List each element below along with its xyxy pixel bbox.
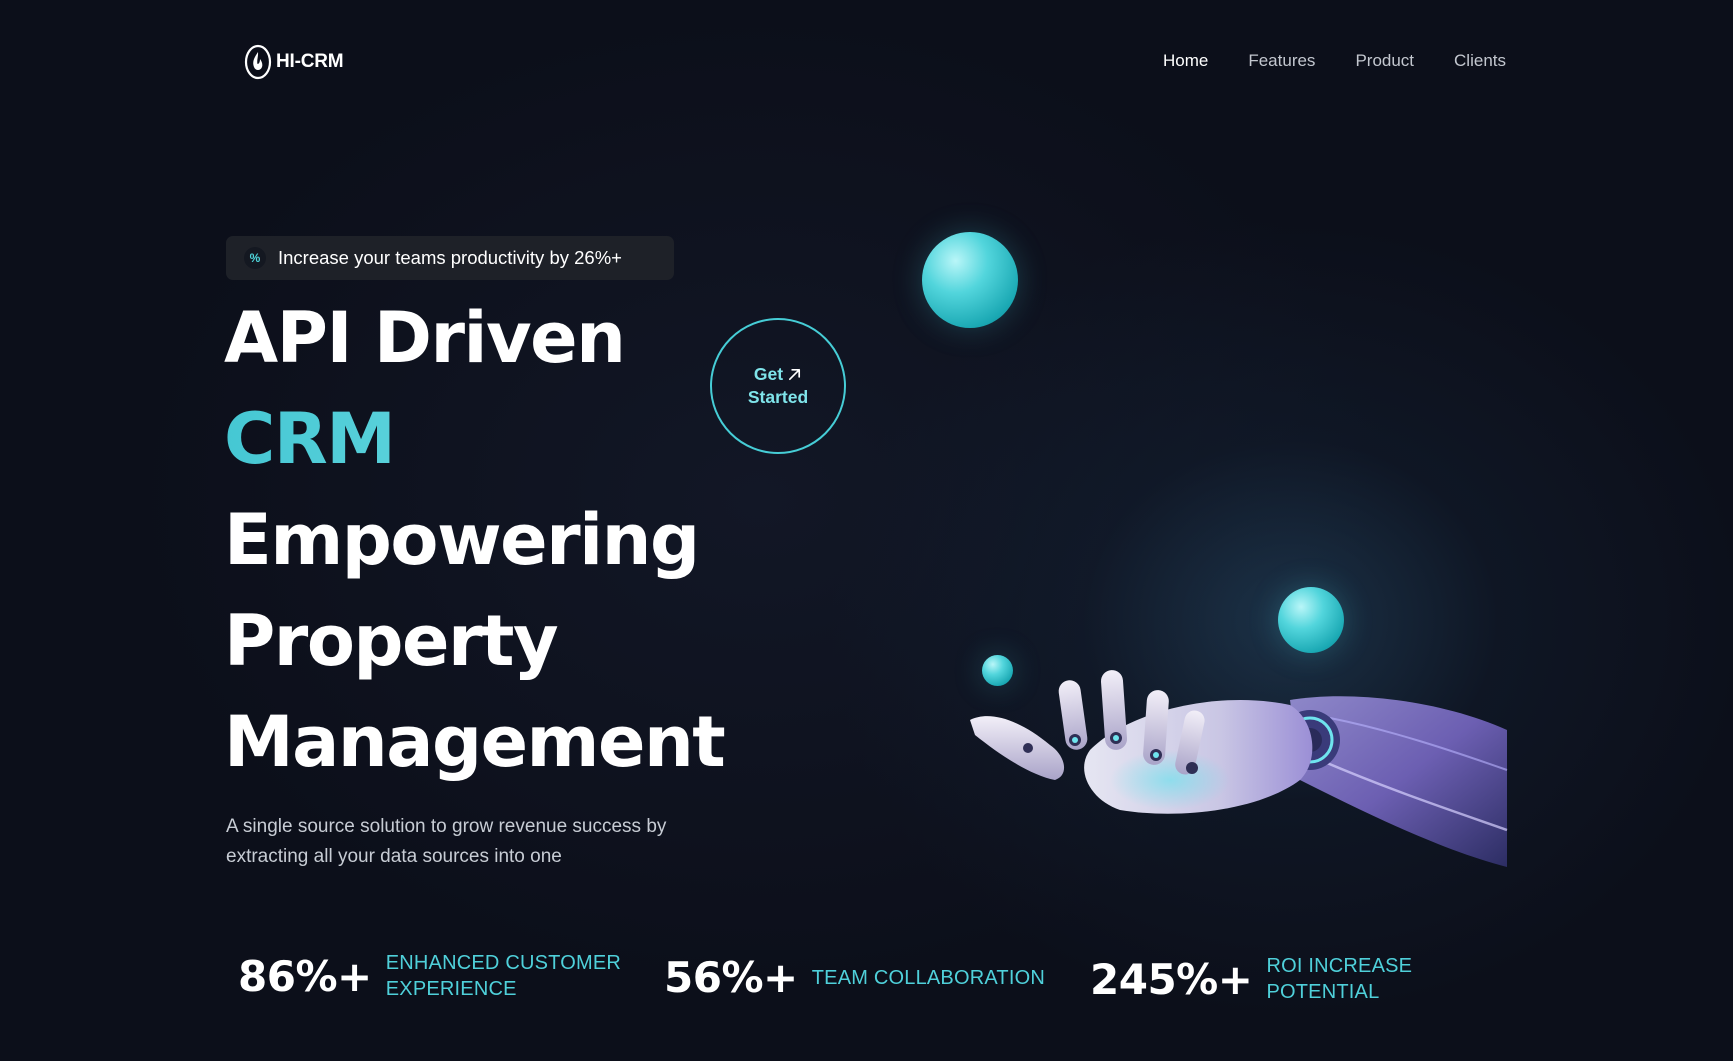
logo[interactable]: HI-CRM (244, 44, 344, 80)
cta-text-started: Started (747, 387, 809, 407)
hero-headline: API Driven CRM Empowering Property Manag… (224, 288, 726, 793)
stat-label: ROI INCREASE POTENTIAL (1266, 955, 1413, 1003)
arrow-up-right-icon (789, 368, 801, 381)
stat-label: ENHANCED CUSTOMER EXPERIENCE (385, 952, 622, 1000)
hero-subtitle: A single source solution to grow revenue… (226, 816, 667, 867)
main-nav: Home Features Product Clients (1163, 51, 1506, 71)
sphere-large (922, 232, 1018, 328)
headline-line-3: Empowering (224, 499, 700, 581)
stat-value: 86%+ (238, 951, 372, 1001)
nav-product[interactable]: Product (1355, 51, 1414, 71)
stats-row: 86%+ ENHANCED CUSTOMER EXPERIENCE 56%+ T… (238, 950, 1498, 1010)
productivity-badge: % Increase your teams productivity by 26… (226, 236, 674, 280)
nav-home[interactable]: Home (1163, 51, 1208, 71)
stat-label: TEAM COLLABORATION (811, 966, 1046, 989)
stat-value: 245%+ (1090, 954, 1253, 1004)
stat-customer-experience: 86%+ ENHANCED CUSTOMER EXPERIENCE (238, 950, 626, 1002)
robotic-hand-illustration (970, 670, 1508, 867)
nav-features[interactable]: Features (1248, 51, 1315, 71)
headline-line-4: Property (224, 600, 559, 682)
sphere-medium (1278, 587, 1344, 653)
nav-clients[interactable]: Clients (1454, 51, 1506, 71)
headline-line-5: Management (224, 701, 726, 783)
stat-value: 56%+ (664, 953, 798, 1002)
landing-page: HI-CRM Home Features Product Clients % I… (0, 0, 1733, 1061)
stat-team-collaboration: 56%+ TEAM COLLABORATION (664, 953, 1045, 1002)
get-started-button[interactable]: Get Started (710, 318, 846, 454)
flame-icon (244, 44, 272, 80)
stat-roi-increase: 245%+ ROI INCREASE POTENTIAL (1090, 953, 1498, 1005)
headline-line-1: API Driven (224, 297, 626, 379)
badge-text: Increase your teams productivity by 26%+ (278, 247, 622, 268)
cta-text-get: Get (753, 364, 784, 384)
percent-icon: % (244, 247, 266, 269)
logo-text: HI-CRM (276, 51, 344, 72)
cta-line-1: Get (754, 363, 802, 386)
headline-line-2: CRM (224, 389, 724, 490)
